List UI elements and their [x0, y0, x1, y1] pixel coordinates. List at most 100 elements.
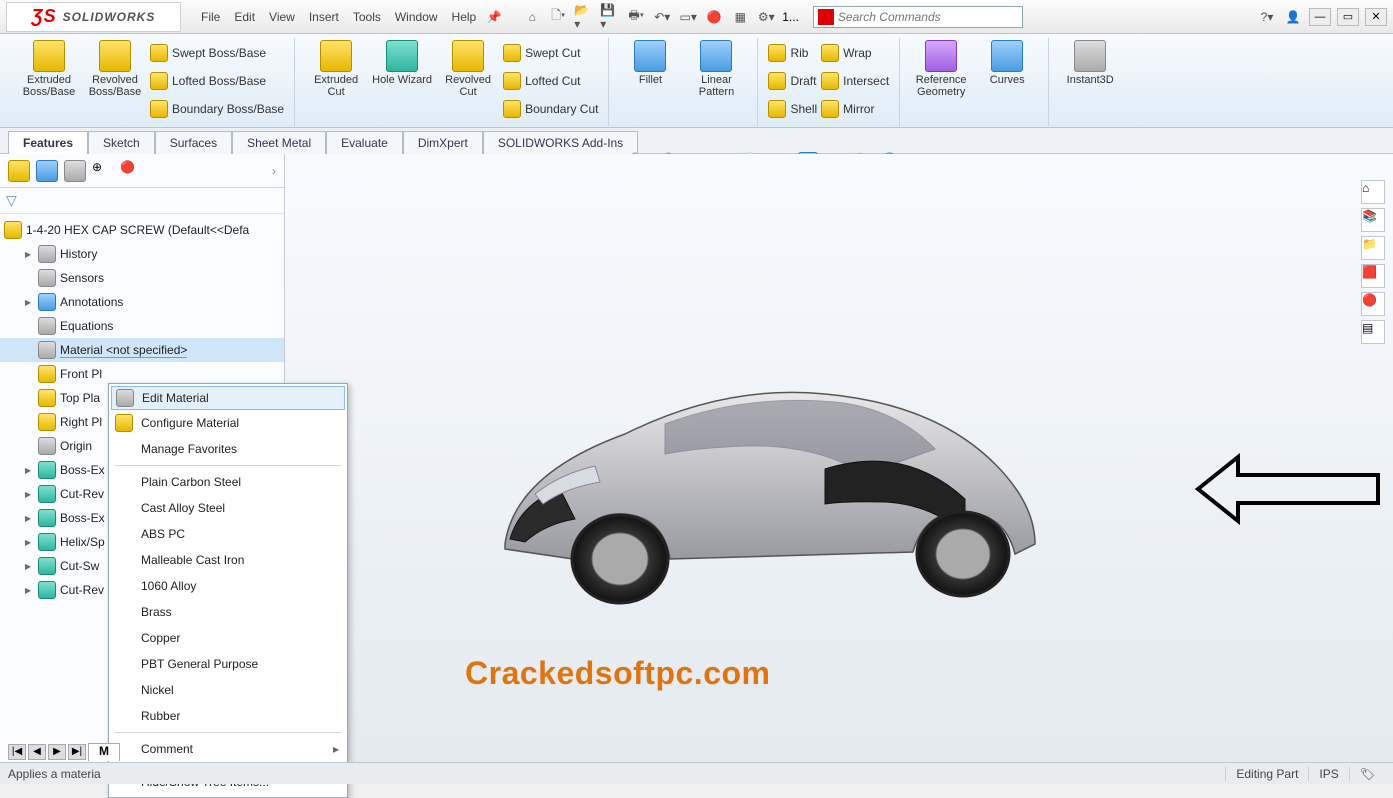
undo-icon[interactable]: ↶▾	[652, 7, 672, 27]
revolved-cut-button[interactable]: Revolved Cut	[437, 40, 499, 98]
rail-custom-icon[interactable]: ▤	[1361, 320, 1385, 344]
tab-evaluate[interactable]: Evaluate	[326, 131, 403, 154]
filter-funnel-icon[interactable]: ▽	[6, 192, 24, 210]
shell-button[interactable]: Shell	[768, 96, 817, 122]
lofted-cut-button[interactable]: Lofted Cut	[503, 68, 598, 94]
sheet-first-icon[interactable]: |◀	[8, 744, 26, 760]
status-hint: Applies a materia	[8, 767, 101, 781]
ctx-configure-material[interactable]: Configure Material	[111, 410, 345, 436]
swept-boss-button[interactable]: Swept Boss/Base	[150, 40, 284, 66]
select-icon[interactable]: ▭▾	[678, 7, 698, 27]
rib-button[interactable]: Rib	[768, 40, 817, 66]
ctx-mat-8[interactable]: Nickel	[111, 677, 345, 703]
tab-addins[interactable]: SOLIDWORKS Add-Ins	[483, 131, 638, 154]
tab-sketch[interactable]: Sketch	[88, 131, 155, 154]
extruded-boss-button[interactable]: Extruded Boss/Base	[18, 40, 80, 98]
print-icon[interactable]: 🖶▾	[626, 7, 646, 27]
ctx-mat-7[interactable]: PBT General Purpose	[111, 651, 345, 677]
dimxpert-tab-icon[interactable]: ⊕	[92, 160, 114, 182]
help-icon[interactable]: ?▾	[1257, 7, 1277, 27]
status-units[interactable]: IPS	[1308, 767, 1348, 781]
minimize-button[interactable]: —	[1309, 8, 1331, 26]
tab-sheetmetal[interactable]: Sheet Metal	[232, 131, 326, 154]
reference-geometry-button[interactable]: Reference Geometry	[910, 40, 972, 98]
tree-history[interactable]: ▸History	[0, 242, 284, 266]
ctx-manage-favorites[interactable]: Manage Favorites	[111, 436, 345, 462]
user-icon[interactable]: 👤	[1283, 7, 1303, 27]
hole-wizard-button[interactable]: Hole Wizard	[371, 40, 433, 86]
rail-home-icon[interactable]: ⌂	[1361, 180, 1385, 204]
config-tab-icon[interactable]	[64, 160, 86, 182]
sheet-prev-icon[interactable]: ◀	[28, 744, 46, 760]
boundary-boss-button[interactable]: Boundary Boss/Base	[150, 96, 284, 122]
ctx-mat-9[interactable]: Rubber	[111, 703, 345, 729]
search-input[interactable]	[838, 10, 1018, 24]
ctx-mat-0[interactable]: Plain Carbon Steel	[111, 469, 345, 495]
plane-icon	[38, 389, 56, 407]
linear-pattern-button[interactable]: Linear Pattern	[685, 40, 747, 98]
tree-filter-bar: ▽	[0, 188, 284, 214]
menu-view[interactable]: View	[269, 10, 295, 24]
feature-tree-tab-icon[interactable]	[8, 160, 30, 182]
tab-features[interactable]: Features	[8, 131, 88, 154]
display-tab-icon[interactable]: 🔴	[120, 160, 142, 182]
sheet-last-icon[interactable]: ▶|	[68, 744, 86, 760]
material-context-menu: Edit Material Configure Material Manage …	[108, 383, 348, 798]
sheet-next-icon[interactable]: ▶	[48, 744, 66, 760]
tree-equations[interactable]: Equations	[0, 314, 284, 338]
wrap-button[interactable]: Wrap	[821, 40, 889, 66]
ctx-mat-4[interactable]: 1060 Alloy	[111, 573, 345, 599]
fillet-button[interactable]: Fillet	[619, 40, 681, 86]
menu-help[interactable]: Help	[452, 10, 477, 24]
feature-icon	[38, 509, 56, 527]
home-icon[interactable]: ⌂	[522, 7, 542, 27]
tree-annotations[interactable]: ▸Annotations	[0, 290, 284, 314]
ctx-mat-5[interactable]: Brass	[111, 599, 345, 625]
rail-view-icon[interactable]: 🟥	[1361, 264, 1385, 288]
rail-library-icon[interactable]: 📚	[1361, 208, 1385, 232]
menu-tools[interactable]: Tools	[353, 10, 381, 24]
rebuild-icon[interactable]: 🔴	[704, 7, 724, 27]
curves-button[interactable]: Curves	[976, 40, 1038, 86]
draft-button[interactable]: Draft	[768, 68, 817, 94]
options-grid-icon[interactable]: ▦	[730, 7, 750, 27]
intersect-button[interactable]: Intersect	[821, 68, 889, 94]
command-search[interactable]	[813, 6, 1023, 28]
save-icon[interactable]: 💾▾	[600, 7, 620, 27]
pin-icon[interactable]: 📌	[484, 7, 504, 27]
rail-appearance-icon[interactable]: 🔴	[1361, 292, 1385, 316]
instant3d-button[interactable]: Instant3D	[1059, 40, 1121, 86]
menu-edit[interactable]: Edit	[234, 10, 255, 24]
ctx-edit-material[interactable]: Edit Material	[111, 386, 345, 410]
tree-root[interactable]: 1-4-20 HEX CAP SCREW (Default<<Defa	[0, 218, 284, 242]
ctx-mat-1[interactable]: Cast Alloy Steel	[111, 495, 345, 521]
ctx-comment[interactable]: Comment▸	[111, 736, 345, 762]
tab-surfaces[interactable]: Surfaces	[155, 131, 232, 154]
settings-icon[interactable]: ⚙▾	[756, 7, 776, 27]
ctx-mat-6[interactable]: Copper	[111, 625, 345, 651]
mirror-button[interactable]: Mirror	[821, 96, 889, 122]
panel-expand-icon[interactable]: ›	[272, 164, 276, 178]
close-button[interactable]: ✕	[1365, 8, 1387, 26]
boundary-cut-button[interactable]: Boundary Cut	[503, 96, 598, 122]
graphics-area[interactable]: Crackedsoftpc.com	[285, 154, 1393, 762]
tree-sensors[interactable]: Sensors	[0, 266, 284, 290]
status-tags-icon[interactable]: 🏷	[1349, 767, 1385, 781]
ctx-mat-2[interactable]: ABS PC	[111, 521, 345, 547]
menu-insert[interactable]: Insert	[309, 10, 339, 24]
extruded-cut-button[interactable]: Extruded Cut	[305, 40, 367, 98]
rail-file-icon[interactable]: 📁	[1361, 236, 1385, 260]
revolved-boss-button[interactable]: Revolved Boss/Base	[84, 40, 146, 98]
menu-file[interactable]: File	[201, 10, 220, 24]
new-icon[interactable]: 🗋▾	[548, 7, 568, 27]
lofted-boss-button[interactable]: Lofted Boss/Base	[150, 68, 284, 94]
menu-window[interactable]: Window	[395, 10, 438, 24]
open-icon[interactable]: 📂▾	[574, 7, 594, 27]
sheet-tab[interactable]: M	[88, 743, 120, 761]
property-tab-icon[interactable]	[36, 160, 58, 182]
tree-material[interactable]: Material <not specified>	[0, 338, 284, 362]
ctx-mat-3[interactable]: Malleable Cast Iron	[111, 547, 345, 573]
swept-cut-button[interactable]: Swept Cut	[503, 40, 598, 66]
tab-dimxpert[interactable]: DimXpert	[403, 131, 483, 154]
restore-button[interactable]: ▭	[1337, 8, 1359, 26]
